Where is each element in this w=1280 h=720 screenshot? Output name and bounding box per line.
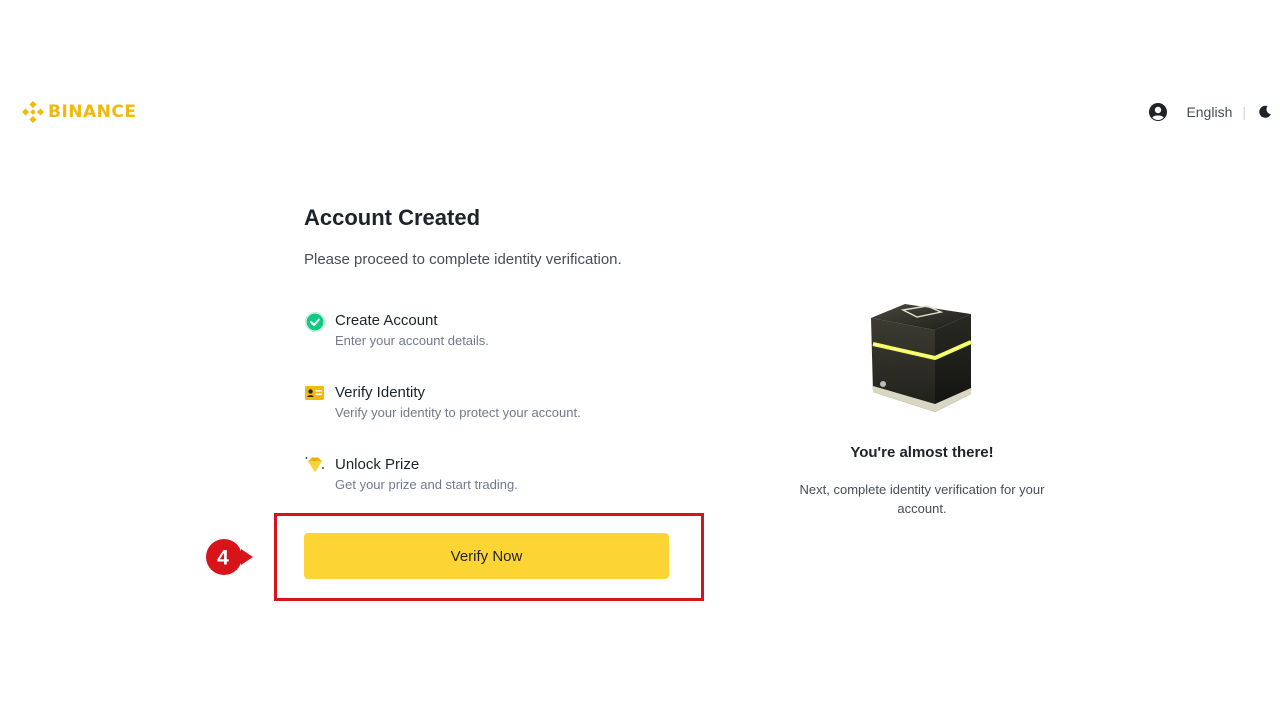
page-subtitle: Please proceed to complete identity veri… bbox=[304, 251, 622, 268]
page-title: Account Created bbox=[304, 205, 481, 230]
step-title: Unlock Prize bbox=[335, 456, 420, 473]
step-number-badge: 4 bbox=[206, 539, 253, 575]
prize-box-image bbox=[871, 304, 972, 412]
step-title: Verify Identity bbox=[335, 384, 426, 401]
step-verify-identity: Verify Identity Verify your identity to … bbox=[304, 383, 581, 423]
step-description: Get your prize and start trading. bbox=[335, 477, 518, 492]
step-title: Create Account bbox=[335, 312, 438, 329]
language-selector[interactable]: English bbox=[1186, 104, 1232, 120]
step-create-account: Create Account Enter your account detail… bbox=[304, 311, 489, 351]
step-description: Verify your identity to protect your acc… bbox=[335, 405, 581, 420]
almost-there-heading: You're almost there! bbox=[850, 444, 994, 461]
step-description: Enter your account details. bbox=[335, 333, 489, 348]
verify-now-button[interactable]: Verify Now bbox=[304, 533, 669, 579]
check-circle-icon bbox=[305, 312, 325, 332]
id-card-icon bbox=[305, 386, 324, 400]
step-unlock-prize: Unlock Prize Get your prize and start tr… bbox=[304, 455, 518, 495]
header-controls: English | bbox=[1148, 101, 1272, 123]
moon-icon[interactable] bbox=[1258, 105, 1272, 119]
user-circle-icon[interactable] bbox=[1148, 102, 1168, 122]
logo-text: BINANCE bbox=[48, 102, 137, 122]
binance-logo-icon bbox=[22, 101, 44, 123]
binance-logo[interactable]: BINANCE bbox=[22, 99, 136, 125]
step-number: 4 bbox=[217, 547, 229, 570]
header-divider: | bbox=[1242, 104, 1246, 120]
next-step-text: Next, complete identity verification for… bbox=[799, 482, 1045, 516]
diamond-prize-icon bbox=[305, 457, 324, 472]
